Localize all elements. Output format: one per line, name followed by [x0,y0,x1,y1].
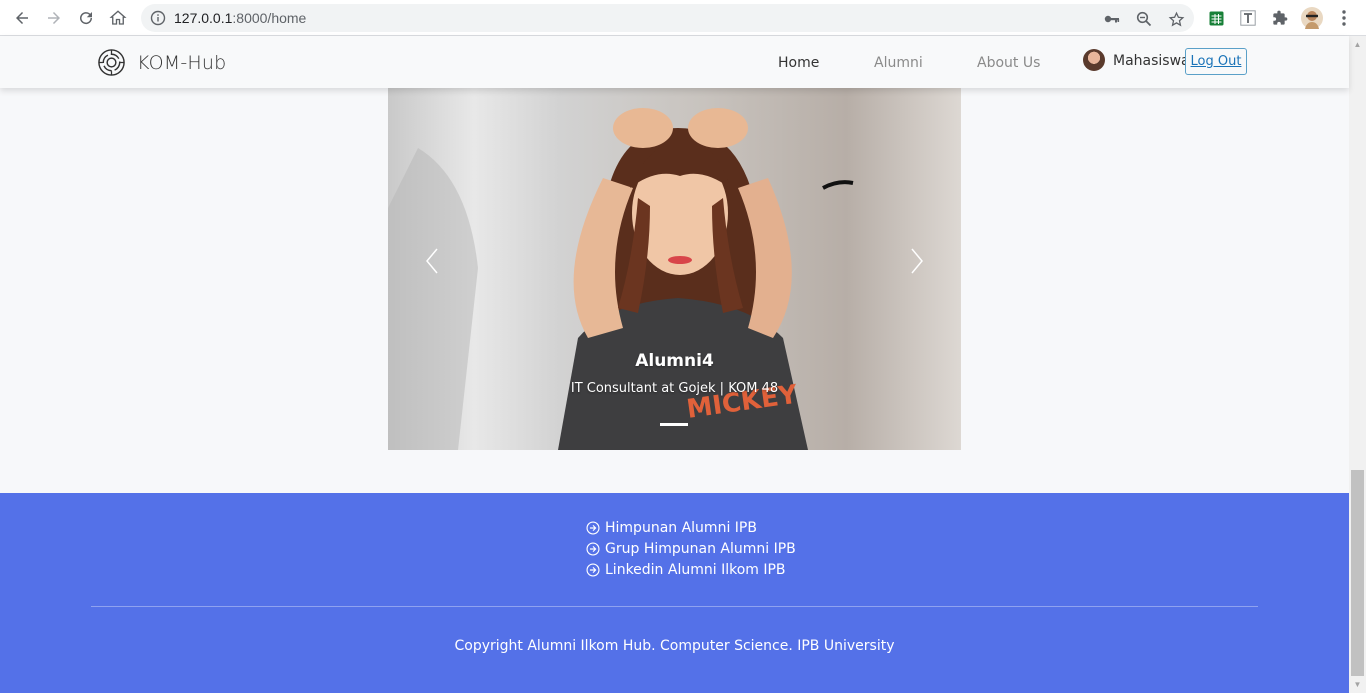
user-avatar[interactable] [1083,49,1105,71]
scrollbar-thumb[interactable] [1351,470,1364,676]
copyright-text: Copyright Alumni Ilkom Hub. Computer Sci… [454,638,895,654]
site-footer: Himpunan Alumni IPB Grup Himpunan Alumni… [0,493,1349,693]
home-icon[interactable] [106,6,130,30]
nav-home[interactable]: Home [778,55,819,71]
sheets-extension-icon[interactable] [1205,7,1227,29]
address-bar[interactable]: 127.0.0.1:8000/home [141,4,1194,32]
scroll-up-icon[interactable]: ▲ [1349,36,1366,53]
profile-avatar-icon[interactable] [1301,7,1323,29]
browser-toolbar: 127.0.0.1:8000/home [0,0,1366,36]
key-icon[interactable] [1102,10,1122,28]
arrow-circle-icon [586,541,600,556]
footer-divider [91,606,1258,607]
page-scrollbar[interactable]: ▲ ▼ [1349,36,1366,693]
text-extension-icon[interactable] [1237,7,1259,29]
back-icon[interactable] [10,6,34,30]
user-name: Mahasiswa [1113,53,1190,69]
site-navbar: KOM-Hub Home Alumni About Us Mahasiswa L… [0,36,1349,88]
arrow-circle-icon [586,562,600,577]
menu-kebab-icon[interactable] [1333,7,1355,29]
extensions-puzzle-icon[interactable] [1269,7,1291,29]
footer-link-label: Grup Himpunan Alumni IPB [605,540,796,557]
carousel-next-icon[interactable] [902,246,932,276]
site-info-icon[interactable] [150,10,166,26]
brand-name: KOM-Hub [137,51,227,74]
footer-link-linkedin[interactable]: Linkedin Alumni Ilkom IPB [586,559,796,580]
footer-link-grup[interactable]: Grup Himpunan Alumni IPB [586,538,796,559]
carousel-indicator[interactable] [660,423,688,426]
footer-links: Himpunan Alumni IPB Grup Himpunan Alumni… [586,517,796,580]
brand-logo-icon [98,49,125,76]
reload-icon[interactable] [74,6,98,30]
scroll-down-icon[interactable]: ▼ [1349,676,1366,693]
nav-alumni[interactable]: Alumni [874,55,923,71]
arrow-circle-icon [586,520,600,535]
footer-link-label: Linkedin Alumni Ilkom IPB [605,561,786,578]
slide-title: Alumni4 [635,351,714,371]
nav-about-us[interactable]: About Us [977,55,1040,71]
brand-link[interactable]: KOM-Hub [97,48,226,77]
alumni-carousel: MICKEY Alumni4 IT Consultant at Gojek | … [388,88,961,450]
zoom-icon[interactable] [1134,10,1154,28]
carousel-prev-icon[interactable] [417,246,447,276]
footer-link-label: Himpunan Alumni IPB [605,519,757,536]
bookmark-star-icon[interactable] [1166,10,1186,28]
url-text: 127.0.0.1:8000/home [174,10,307,26]
forward-icon[interactable] [42,6,66,30]
logout-button[interactable]: Log Out [1185,48,1247,75]
slide-subtitle: IT Consultant at Gojek | KOM 48 [570,381,779,396]
footer-link-himpunan[interactable]: Himpunan Alumni IPB [586,517,796,538]
